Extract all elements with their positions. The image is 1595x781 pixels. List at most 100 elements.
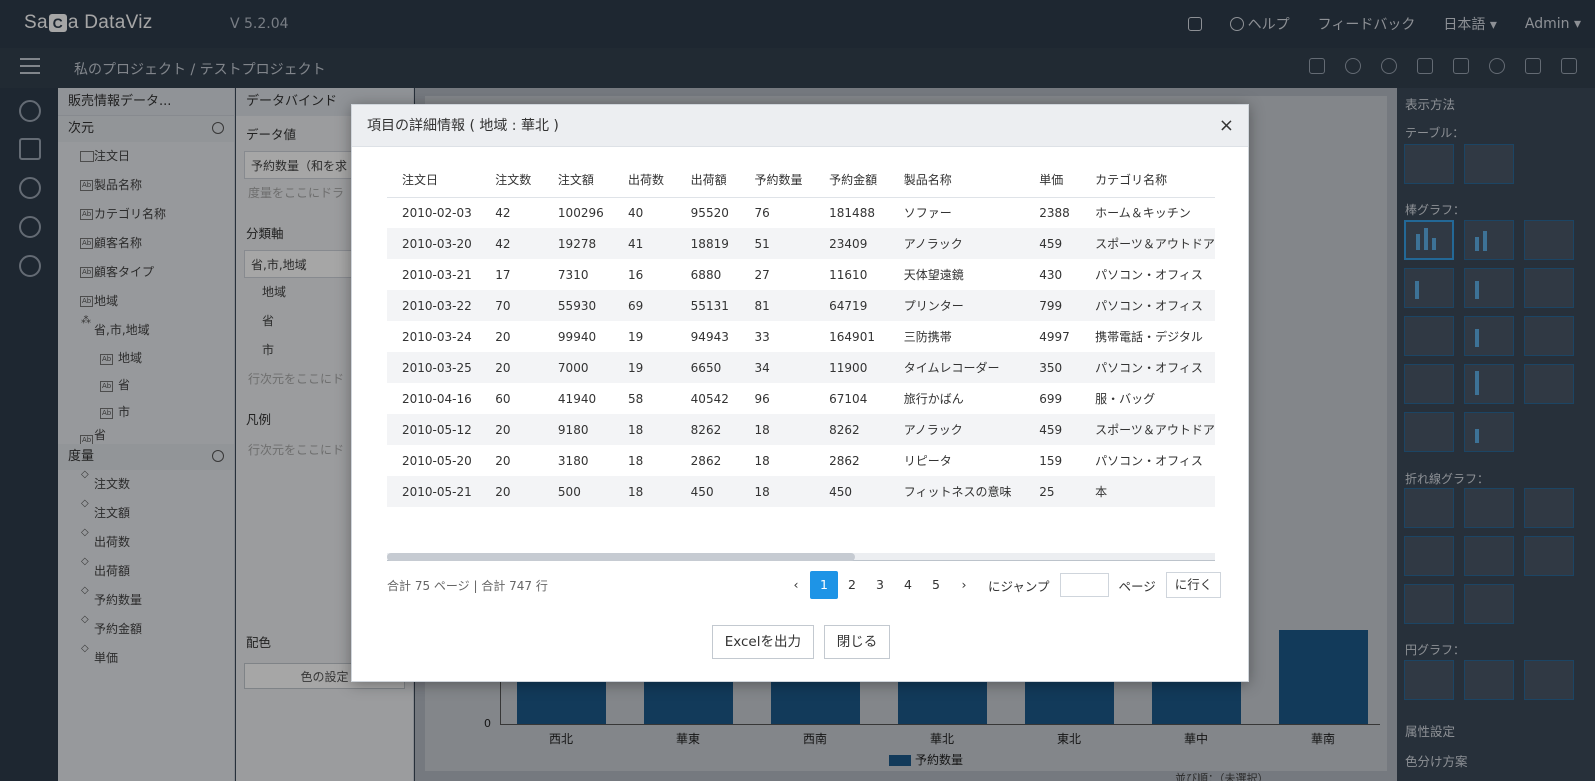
table-cell: 2010-05-21 <box>387 476 481 507</box>
table-cell: 2010-02-03 <box>402 205 472 220</box>
dialog-title: 項目の詳細情報 ( 地域 : 華北 ) <box>367 118 559 134</box>
table-cell: 6650 <box>675 352 740 383</box>
page-button[interactable]: 3 <box>866 571 894 599</box>
close-icon[interactable]: × <box>1219 105 1234 147</box>
table-cell: 41940 <box>557 391 597 406</box>
column-header[interactable]: 出荷数 <box>613 163 676 198</box>
column-header[interactable]: 製品名称 <box>888 163 1025 198</box>
scrollbar-thumb[interactable] <box>387 553 855 561</box>
table-cell: 服・バッグ <box>1095 392 1156 406</box>
table-cell: 27 <box>754 267 770 282</box>
go-button[interactable]: に行く <box>1165 572 1222 598</box>
table-cell: 51 <box>739 228 815 259</box>
table-cell: 7310 <box>557 267 589 282</box>
detail-table-container[interactable]: 注文日 注文数 注文額 出荷数 出荷額 予約数量 予約金額 製品名称 単価 カテ… <box>387 163 1215 583</box>
table-cell: 430 <box>1039 267 1063 282</box>
close-button[interactable]: 閉じる <box>823 625 891 659</box>
export-excel-button[interactable]: Excelを出力 <box>711 625 814 659</box>
table-cell: 95520 <box>690 205 729 220</box>
table-cell: 70 <box>480 290 543 321</box>
table-row[interactable]: 2010-03-20 42 19278 41 18819 51 23409 アノラック 459 ス… <box>387 228 1215 259</box>
table-cell: アノラック <box>888 228 1025 259</box>
table-cell: 58 <box>628 391 644 406</box>
page-button[interactable]: 2 <box>838 571 866 599</box>
table-row[interactable]: 2010-03-24 20 99940 19 94943 33 164901 三防携帯 4997… <box>387 321 1215 352</box>
page-button[interactable]: 4 <box>894 571 922 599</box>
table-cell: 16 <box>628 267 644 282</box>
table-cell: 799 <box>1024 290 1081 321</box>
table-row[interactable]: 2010-05-12 20 9180 18 8262 18 8262 アノラック 459 スポーツ… <box>387 414 1215 445</box>
table-cell: 159 <box>1039 453 1063 468</box>
table-row[interactable]: 2010-05-20 20 3180 18 2862 18 2862 リピータ 159 パソコン・… <box>387 445 1215 476</box>
table-cell: 9180 <box>542 414 614 445</box>
jump-label: にジャンプ <box>988 578 1050 594</box>
table-cell: 2010-04-16 <box>402 391 472 406</box>
table-cell: 2010-05-20 <box>402 453 472 468</box>
table-cell: 17 <box>495 267 511 282</box>
table-cell: 34 <box>739 352 815 383</box>
horizontal-scrollbar[interactable] <box>387 553 1215 561</box>
column-header[interactable]: 注文日 <box>387 163 481 198</box>
table-cell: 459 <box>1024 414 1081 445</box>
table-cell: 41 <box>613 228 676 259</box>
column-header[interactable]: 予約数量 <box>739 163 815 198</box>
table-row[interactable]: 2010-03-25 20 7000 19 6650 34 11900 タイムレコーダー 350… <box>387 352 1215 383</box>
table-cell: 181488 <box>829 205 875 220</box>
column-header[interactable]: 注文数 <box>480 163 543 198</box>
column-header[interactable]: カテゴリ名称 <box>1080 163 1215 198</box>
table-cell: 164901 <box>829 329 875 344</box>
table-cell: 100296 <box>557 205 604 220</box>
column-header[interactable]: 単価 <box>1024 163 1081 198</box>
detail-table: 注文日 注文数 注文額 出荷数 出荷額 予約数量 予約金額 製品名称 単価 カテ… <box>387 163 1215 507</box>
table-cell: 20 <box>480 352 543 383</box>
table-cell: 本 <box>1080 476 1215 507</box>
table-cell: 450 <box>814 476 889 507</box>
table-cell: アノラック <box>888 414 1025 445</box>
dialog-header: 項目の詳細情報 ( 地域 : 華北 ) × <box>352 105 1248 147</box>
table-cell: 18819 <box>675 228 740 259</box>
table-cell: 7000 <box>542 352 614 383</box>
table-cell: パソコン・オフィス <box>1095 268 1203 282</box>
table-cell: 67104 <box>829 391 868 406</box>
table-cell: パソコン・オフィス <box>1080 352 1215 383</box>
table-cell: 20 <box>495 329 511 344</box>
table-cell: 2388 <box>1039 205 1070 220</box>
table-cell: 携帯電話・デジタル <box>1095 330 1203 344</box>
table-cell: フィットネスの意味 <box>888 476 1025 507</box>
table-row[interactable]: 2010-04-16 60 41940 58 40542 96 67104 旅行かばん 699 服… <box>387 383 1215 414</box>
table-cell: ホーム＆キッチン <box>1095 206 1191 221</box>
table-row[interactable]: 2010-02-03 42 100296 40 95520 76 181488 ソファー 238… <box>387 197 1215 228</box>
table-cell: 69 <box>613 290 676 321</box>
table-cell: 33 <box>754 329 770 344</box>
table-cell: 76 <box>754 205 770 220</box>
column-header[interactable]: 出荷額 <box>675 163 740 198</box>
column-header[interactable]: 予約金額 <box>814 163 889 198</box>
table-cell: 64719 <box>814 290 889 321</box>
table-row[interactable]: 2010-05-21 20 500 18 450 18 450 フィットネスの意味 25 本 <box>387 476 1215 507</box>
table-cell: 450 <box>675 476 740 507</box>
jump-page-input[interactable] <box>1059 573 1109 597</box>
table-cell: プリンター <box>888 290 1025 321</box>
table-cell: 20 <box>480 414 543 445</box>
column-header[interactable]: 注文額 <box>542 163 614 198</box>
table-cell: 42 <box>495 205 511 220</box>
table-cell: パソコン・オフィス <box>1080 290 1215 321</box>
table-cell: 8262 <box>675 414 740 445</box>
table-row[interactable]: 2010-03-21 17 7310 16 6880 27 11610 天体望遠鏡 430 パソコ… <box>387 259 1215 290</box>
table-row[interactable]: 2010-03-22 70 55930 69 55131 81 64719 プリンター 799 パ… <box>387 290 1215 321</box>
table-cell: 18 <box>613 414 676 445</box>
table-cell: 81 <box>739 290 815 321</box>
table-cell: 55131 <box>675 290 740 321</box>
table-cell: 23409 <box>814 228 889 259</box>
table-cell: 42 <box>480 228 543 259</box>
table-cell: 18 <box>739 476 815 507</box>
table-cell: 三防携帯 <box>903 330 952 344</box>
page-button[interactable]: 5 <box>922 571 950 599</box>
page-button[interactable]: 1 <box>810 571 838 599</box>
table-cell: 11900 <box>814 352 889 383</box>
next-page-button[interactable]: › <box>950 571 978 599</box>
total-count: 合計 75 ページ | 合計 747 行 <box>387 579 548 593</box>
prev-page-button[interactable]: ‹ <box>782 571 810 599</box>
table-cell: 18 <box>754 453 770 468</box>
table-cell: 60 <box>495 391 511 406</box>
